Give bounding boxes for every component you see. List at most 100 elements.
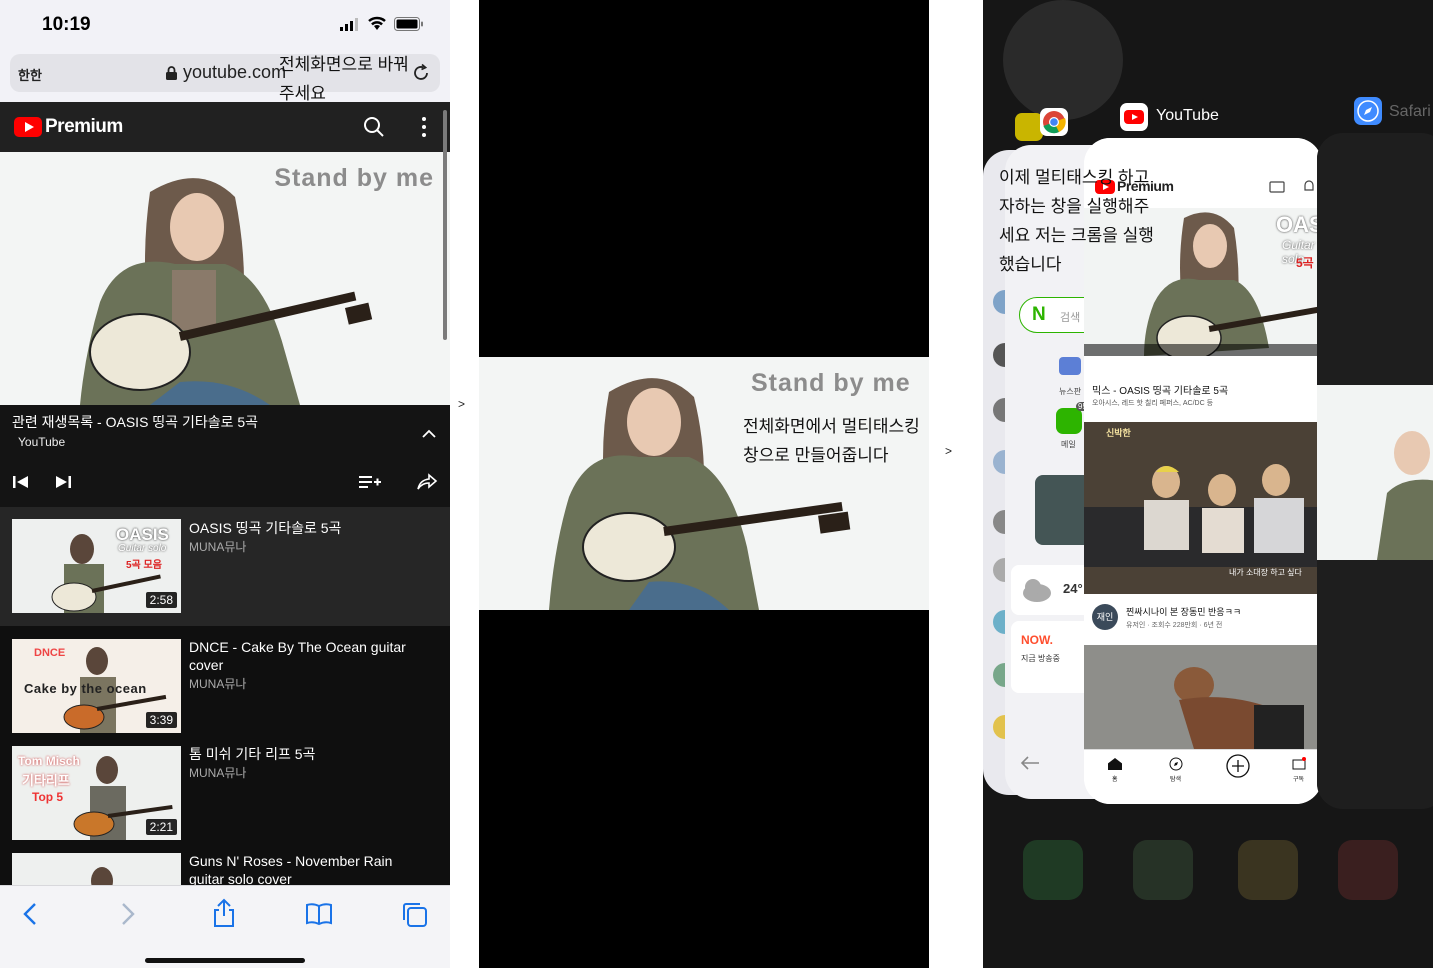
fullscreen-video[interactable]: Stand by me 전체화면에서 멀티태스킹 창으로 만들어줍니다 [479,357,929,610]
chrome-logo [1043,111,1066,134]
thumbnail-art [1084,645,1322,749]
tab-home[interactable]: 홈 [1112,774,1118,783]
reader-options-button[interactable]: 한한 [18,65,42,84]
thumb-text-1: DNCE [34,647,66,659]
compass-icon [1357,100,1379,122]
tv-caption: 내가 소대장 하고 싶다 [1229,568,1302,577]
explore-icon[interactable] [1169,757,1183,771]
step-arrow: > [458,397,466,411]
now-title: NOW. [1021,633,1053,647]
avatar: 재인 [1092,604,1118,630]
video-title[interactable]: Guns N' Roses - November Rain guitar sol… [189,852,429,885]
bell-icon[interactable] [1302,179,1316,193]
safari-card[interactable] [1317,133,1433,809]
wifi-icon [368,16,386,30]
safari-youtube-panel: 10:19 한한 youtube.com 전체화면으로 바꿔주세요 Premiu… [0,0,450,968]
thumb-text-1: OASIS [116,525,169,544]
share-icon[interactable] [416,473,438,491]
mail-icon[interactable] [1056,408,1082,434]
search-icon[interactable] [363,116,385,138]
back-icon[interactable] [22,902,38,926]
list-item[interactable]: DNCE Cake by the ocean 3:39 DNCE - Cake … [0,626,450,733]
lock-icon [166,66,177,80]
fullscreen-video-panel: Stand by me 전체화면에서 멀티태스킹 창으로 만들어줍니다 [479,0,929,968]
annotation-run-app: 이제 멀티태스킹 하고자하는 창을 실행해주세요 저는 크롬을 실행했습니다 [999,168,1154,274]
video-meta: 유저인 · 조회수 228만회 · 6년 전 [1126,622,1223,629]
add-to-queue-icon[interactable] [358,474,382,490]
status-time: 10:19 [42,14,91,35]
app-label-safari: Safari [1389,103,1431,120]
video-row[interactable]: 재인 찐싸시나이 본 장동민 반응ㅋㅋ 유저인 · 조회수 228만회 · 6년… [1084,596,1322,646]
scrollbar[interactable] [443,110,447,340]
playlist-title: 관련 재생목록 - OASIS 띵곡 기타솔로 5곡 [12,414,259,430]
news-label: 뉴스판 [1059,387,1082,396]
chevron-up-icon[interactable] [422,429,436,439]
thumbnail-art [91,867,113,885]
channel-name: MUNA뮤나 [189,766,247,780]
bottom-tabs: 홈 탐색 구독 [1084,749,1322,804]
chrome-icon[interactable] [1040,108,1068,136]
home-tab-icon[interactable] [1108,758,1122,770]
duration-badge: 2:58 [145,592,177,608]
tabs-icon[interactable] [402,902,428,928]
video-title[interactable]: 톰 미쉬 기타 리프 5곡 [189,745,429,763]
thumb-text-3: 5곡 모음 [126,560,162,571]
thumb-text-3: Top 5 [32,790,64,804]
playlist-info: 관련 재생목록 - OASIS 띵곡 기타솔로 5곡 YouTube [0,405,450,507]
step-arrow: > [945,444,953,458]
thumb-text-3: 5곡 [1296,256,1314,270]
back-icon[interactable] [1019,753,1041,773]
skip-next-icon[interactable] [54,474,72,490]
video-thumbnail[interactable] [1084,645,1322,749]
brand-premium: Premium [45,116,123,137]
list-item[interactable]: Tom Misch 기타리프 Top 5 2:21 톰 미쉬 기타 리프 5곡 … [0,733,450,840]
app-switcher-panel: YouTube Safari N 검색 뉴스판 95 메일 24° NOW. 지… [983,0,1433,968]
video-overlay-title: Stand by me [274,164,434,192]
url-domain: youtube.com [183,62,287,82]
video-thumbnail[interactable] [12,853,181,885]
share-icon[interactable] [212,898,236,928]
now-sub: 지금 방송중 [1021,654,1061,663]
video-thumbnail[interactable]: OASIS Guitar solo 5곡 모음 2:58 [12,519,181,613]
thumb-text-2: Guitar solo [118,543,167,554]
mix-sub: 오아시스, 레드 핫 칠리 페퍼스, AC/DC 등 [1092,400,1214,407]
video-thumbnail[interactable]: Tom Misch 기타리프 Top 5 2:21 [12,746,181,840]
forward-icon[interactable] [120,902,136,926]
mix-title: 믹스 - OASIS 띵곡 기타솔로 5곡 [1092,386,1229,397]
temperature: 24° [1063,581,1083,596]
youtube-logo-icon[interactable] [14,117,42,137]
skip-previous-icon[interactable] [12,474,30,490]
youtube-header: Premium [0,102,450,152]
safari-toolbar [0,885,450,968]
subscriptions-icon[interactable] [1292,757,1306,771]
thumb-text-2: Cake by the ocean [24,681,147,696]
channel-name: MUNA뮤나 [189,677,247,691]
thumb-text-1: Tom Misch [18,754,80,768]
video-thumbnail[interactable]: 신박한 내가 소대장 하고 싶다 [1084,422,1322,594]
thumb-text-1: OASIS [1276,212,1322,237]
video-title[interactable]: DNCE - Cake By The Ocean guitar cover [189,638,429,674]
mix-row[interactable]: 믹스 - OASIS 띵곡 기타솔로 5곡 오아시스, 레드 핫 칠리 페퍼스,… [1084,358,1322,422]
list-item[interactable]: Guns N' Roses - November Rain guitar sol… [0,840,450,885]
tv-badge: 신박한 [1106,428,1131,438]
video-player[interactable]: Stand by me [0,152,450,405]
safari-app-icon[interactable] [1354,97,1382,125]
kakaotalk-icon[interactable] [1015,113,1043,141]
tab-subscriptions[interactable]: 구독 [1293,774,1304,783]
video-title[interactable]: OASIS 띵곡 기타솔로 5곡 [189,519,429,537]
more-vert-icon[interactable] [418,116,430,138]
youtube-app-icon[interactable] [1120,103,1148,131]
list-item[interactable]: OASIS Guitar solo 5곡 모음 2:58 OASIS 띵곡 기타… [0,507,450,626]
annotation-fullscreen: 전체화면으로 바꿔주세요 [279,55,409,103]
create-icon[interactable] [1226,754,1250,778]
bookmarks-icon[interactable] [305,902,333,926]
channel-name: MUNA뮤나 [189,540,247,554]
news-icon[interactable] [1059,357,1081,375]
video-thumbnail[interactable]: DNCE Cake by the ocean 3:39 [12,639,181,733]
cast-icon[interactable] [1269,181,1285,193]
video-overlay-title: Stand by me [751,369,911,397]
mail-label: 메일 [1061,440,1076,449]
tab-explore[interactable]: 탐색 [1170,774,1181,783]
search-hint: 검색 [1060,312,1081,324]
video-title: 찐싸시나이 본 장동민 반응ㅋㅋ [1126,607,1242,617]
